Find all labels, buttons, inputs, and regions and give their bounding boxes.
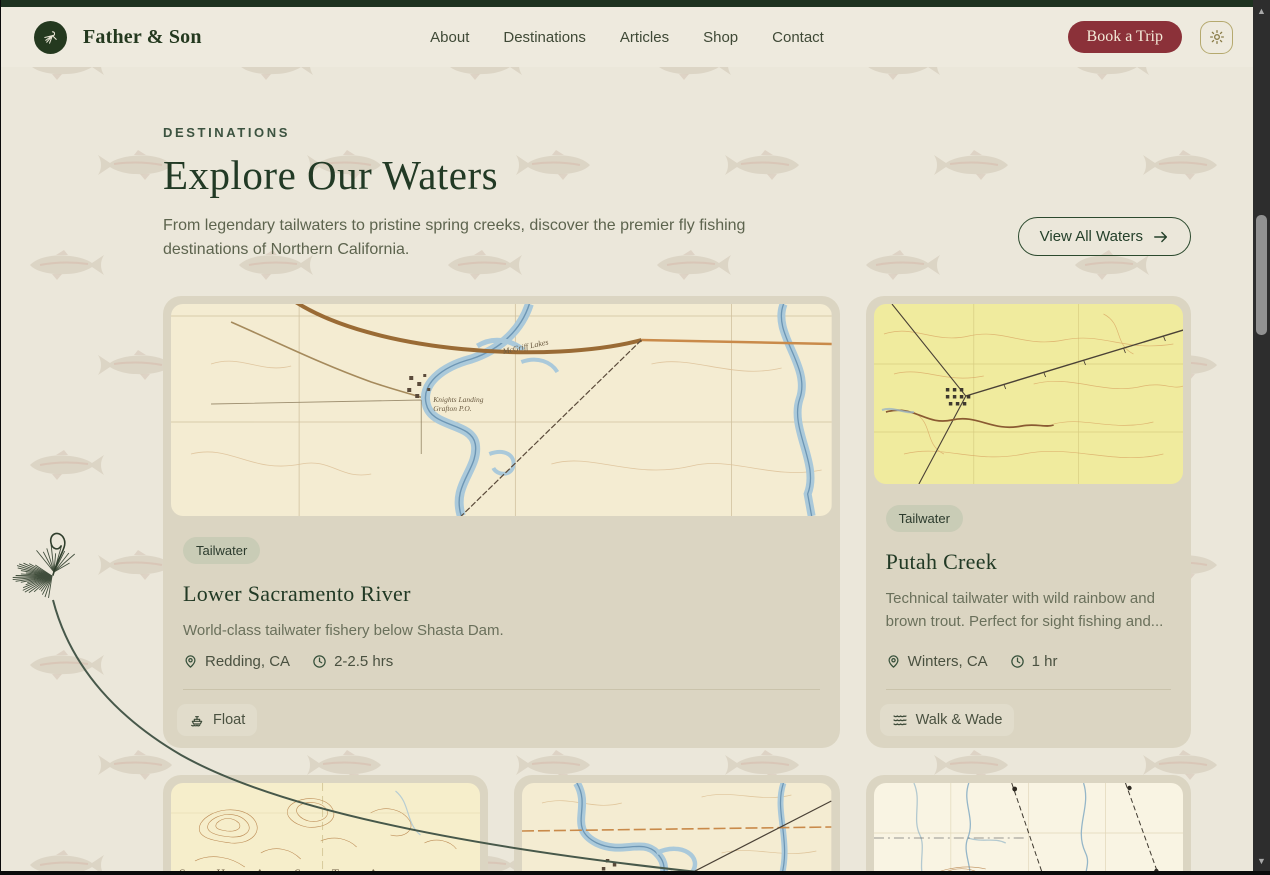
map-label-town: Knights Landing — [432, 395, 483, 404]
waves-icon — [892, 712, 908, 728]
card-meta: Redding, CA 2-2.5 hrs — [183, 653, 393, 670]
topo-map-lower-sacramento: McGriff Lakes Knights Landing Grafton P.… — [171, 304, 832, 516]
duration-meta: 1 hr — [1010, 653, 1058, 670]
location-meta: Redding, CA — [183, 653, 290, 670]
destinations-section-header: DESTINATIONS Explore Our Waters From leg… — [163, 125, 1191, 262]
duration-meta: 2-2.5 hrs — [312, 653, 393, 670]
nav-item-about[interactable]: About — [430, 29, 469, 46]
map-pin-icon — [886, 654, 901, 669]
nav-item-destinations[interactable]: Destinations — [503, 29, 586, 46]
water-type-badge: Tailwater — [886, 505, 963, 532]
card-body: Tailwater Putah Creek Technical tailwate… — [874, 484, 1183, 633]
valley-streams-map — [874, 783, 1183, 875]
page-content: DESTINATIONS Explore Our Waters From leg… — [1, 67, 1254, 875]
header-actions: Book a Trip — [1068, 21, 1233, 54]
sun-icon — [1209, 29, 1225, 45]
card-title: Lower Sacramento River — [183, 581, 820, 607]
access-type: Float — [177, 704, 257, 736]
destination-card-lower-sacramento[interactable]: McGriff Lakes Knights Landing Grafton P.… — [163, 296, 840, 748]
scroll-thumb[interactable] — [1256, 215, 1267, 335]
nav-item-contact[interactable]: Contact — [772, 29, 824, 46]
access-label: Float — [213, 712, 245, 728]
card-meta: Winters, CA 1 hr — [886, 653, 1058, 670]
boat-icon — [189, 712, 205, 728]
location-text: Winters, CA — [908, 653, 988, 670]
theme-toggle-button[interactable] — [1200, 21, 1233, 54]
view-all-waters-button[interactable]: View All Waters — [1018, 217, 1191, 256]
location-text: Redding, CA — [205, 653, 290, 670]
brand-name: Father & Son — [83, 26, 202, 49]
site-header: Father & Son About Destinations Articles… — [1, 7, 1254, 67]
topo-map-putah-creek — [874, 304, 1183, 484]
scroll-down-arrow[interactable]: ▼ — [1253, 853, 1270, 869]
section-description: From legendary tailwaters to pristine sp… — [163, 214, 803, 262]
nav-item-shop[interactable]: Shop — [703, 29, 738, 46]
window-bottom-edge — [1, 871, 1270, 875]
card-title: Putah Creek — [886, 549, 1171, 575]
arrow-right-icon — [1153, 230, 1169, 244]
destination-card-partial-3[interactable] — [866, 775, 1191, 875]
access-label: Walk & Wade — [916, 712, 1003, 728]
main-nav: About Destinations Articles Shop Contact — [430, 29, 824, 46]
destination-card-partial-1[interactable]: S H A S T A — [163, 775, 488, 875]
scrollbar[interactable]: ▲ ▼ — [1253, 0, 1270, 875]
card-description: World-class tailwater fishery below Shas… — [183, 619, 820, 642]
duration-text: 2-2.5 hrs — [334, 653, 393, 670]
access-type: Walk & Wade — [880, 704, 1015, 736]
section-eyebrow: DESTINATIONS — [163, 125, 1191, 140]
card-body: Tailwater Lower Sacramento River World-c… — [171, 516, 832, 642]
book-a-trip-button[interactable]: Book a Trip — [1068, 21, 1182, 53]
shasta-topo-map: S H A S T A — [171, 783, 480, 875]
clock-icon — [1010, 654, 1025, 669]
top-accent-bar — [1, 0, 1254, 7]
card-divider — [183, 689, 820, 690]
fly-icon — [34, 21, 67, 54]
location-meta: Winters, CA — [886, 653, 988, 670]
river-confluence-map — [522, 783, 831, 875]
duration-text: 1 hr — [1032, 653, 1058, 670]
water-type-badge: Tailwater — [183, 537, 260, 564]
card-divider — [886, 689, 1171, 690]
card-description: Technical tailwater with wild rainbow an… — [886, 587, 1171, 633]
brand-logo[interactable]: Father & Son — [34, 21, 202, 54]
nav-item-articles[interactable]: Articles — [620, 29, 669, 46]
map-pin-icon — [183, 654, 198, 669]
map-label-town2: Grafton P.O. — [433, 404, 472, 413]
view-all-label: View All Waters — [1040, 228, 1143, 245]
destination-card-putah-creek[interactable]: Tailwater Putah Creek Technical tailwate… — [866, 296, 1191, 748]
clock-icon — [312, 654, 327, 669]
browser-viewport: Father & Son About Destinations Articles… — [0, 0, 1270, 875]
destination-card-partial-2[interactable] — [514, 775, 839, 875]
destination-cards-grid: McGriff Lakes Knights Landing Grafton P.… — [163, 296, 1191, 875]
scroll-up-arrow[interactable]: ▲ — [1253, 3, 1270, 19]
section-title: Explore Our Waters — [163, 151, 1191, 199]
